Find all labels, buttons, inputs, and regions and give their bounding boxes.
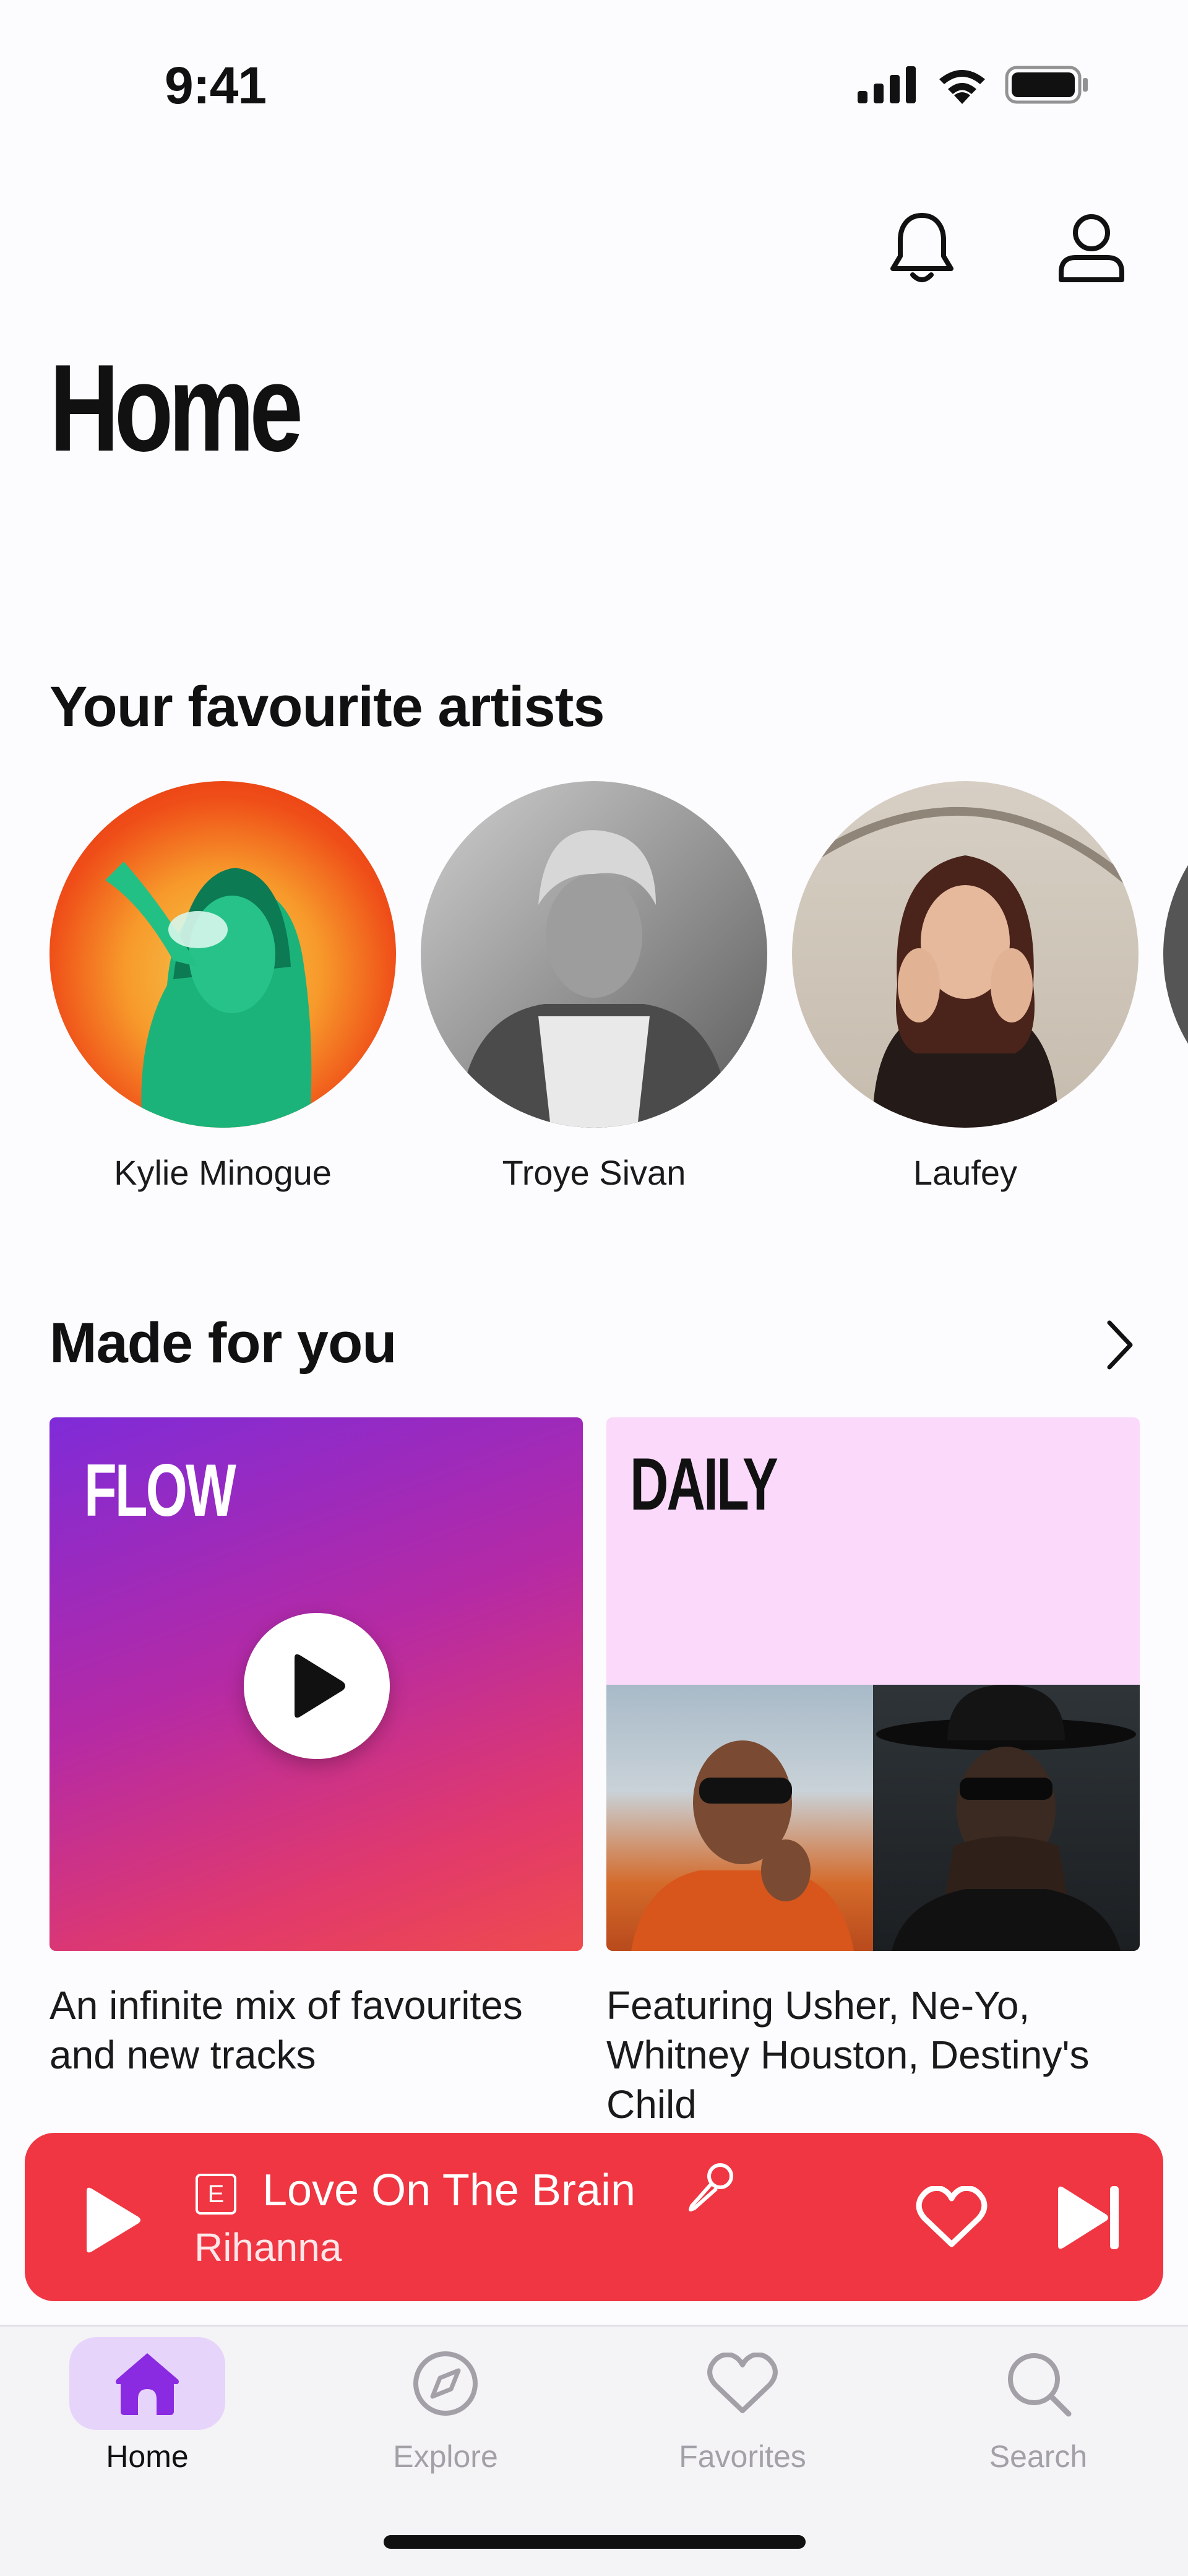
daily-card-description: Featuring Usher, Ne-Yo, Whitney Houston,… (606, 1983, 1090, 2127)
user-icon (1059, 214, 1124, 282)
heart-icon (916, 2185, 988, 2247)
home-indicator (384, 2535, 806, 2549)
tab-label: Search (989, 2439, 1088, 2474)
artist-name: Troye Sivan (502, 1153, 686, 1192)
artist-portrait-image (876, 1685, 1136, 1951)
home-icon (116, 2353, 179, 2415)
artist-photo (792, 781, 1138, 1128)
artist-card[interactable]: Kylie Minogue (50, 781, 396, 1193)
artist-name: Laufey (913, 1153, 1018, 1192)
card-label: DAILY (630, 1443, 778, 1526)
skip-forward-icon (1058, 2186, 1119, 2249)
artists-carousel[interactable]: Kylie Minogue Troye Sivan Laufey (50, 781, 1188, 1214)
tab-explore[interactable]: Explore (353, 2337, 538, 2474)
like-button[interactable] (916, 2185, 988, 2251)
chevron-right-icon (1107, 1320, 1133, 1370)
card-label: FLOW (84, 1449, 236, 1532)
cellular-signal-icon (858, 66, 916, 103)
flow-card-description: An infinite mix of favourites and new tr… (50, 1983, 523, 2077)
tab-favorites[interactable]: Favorites (650, 2337, 835, 2474)
tab-icon-highlight (665, 2337, 820, 2430)
explicit-badge: E (196, 2174, 236, 2215)
artist-portrait-image (105, 862, 312, 1128)
artists-section-title: Your favourite artists (50, 675, 605, 738)
artist-photo-usher (606, 1685, 873, 1951)
status-time: 9:41 (165, 56, 267, 115)
search-icon (1008, 2353, 1072, 2417)
artist-card[interactable]: Laufey (792, 781, 1138, 1193)
bell-icon (890, 213, 953, 282)
next-track-button[interactable] (1054, 2185, 1122, 2254)
see-all-button[interactable] (1095, 1317, 1145, 1373)
wifi-icon (939, 70, 985, 104)
tab-search[interactable]: Search (945, 2337, 1131, 2474)
notifications-button[interactable] (885, 210, 959, 285)
artist-portrait-image (814, 806, 1129, 1128)
tab-label: Home (106, 2439, 189, 2474)
artist-photo (421, 781, 767, 1128)
made-for-you-title: Made for you (50, 1312, 397, 1375)
page-title: Home (50, 339, 303, 477)
heart-icon (707, 2353, 778, 2413)
play-icon (87, 2187, 140, 2253)
flow-card[interactable]: FLOW (50, 1417, 583, 1951)
artist-photo (50, 781, 396, 1128)
tab-home[interactable]: Home (54, 2337, 240, 2474)
play-icon (295, 1654, 345, 1718)
artist-photo (1163, 781, 1188, 1128)
artist-portrait-image (631, 1740, 854, 1951)
tab-label: Explore (393, 2439, 498, 2474)
lyrics-button[interactable] (684, 2161, 735, 2215)
tab-icon-highlight (960, 2337, 1116, 2430)
artist-photo-neyo (873, 1685, 1140, 1951)
now-playing-bar[interactable]: E Love On The Brain Rihanna (25, 2133, 1163, 2301)
artist-card-partial[interactable] (1163, 781, 1188, 1128)
track-title: Love On The Brain (262, 2166, 636, 2215)
daily-card[interactable]: DAILY (606, 1417, 1140, 1951)
artist-card[interactable]: Troye Sivan (421, 781, 767, 1193)
profile-button[interactable] (1054, 210, 1129, 285)
status-icons (858, 66, 1089, 104)
tab-icon-highlight (368, 2337, 523, 2430)
play-button[interactable] (80, 2186, 142, 2257)
play-button[interactable] (244, 1613, 390, 1759)
tab-label: Favorites (679, 2439, 806, 2474)
artist-name: Kylie Minogue (114, 1153, 332, 1192)
compass-icon (413, 2351, 478, 2416)
track-artist: Rihanna (194, 2225, 342, 2270)
battery-icon (1005, 66, 1088, 104)
microphone-icon (689, 2163, 733, 2211)
tab-icon-highlight (69, 2337, 225, 2430)
artist-portrait-image (458, 830, 730, 1128)
